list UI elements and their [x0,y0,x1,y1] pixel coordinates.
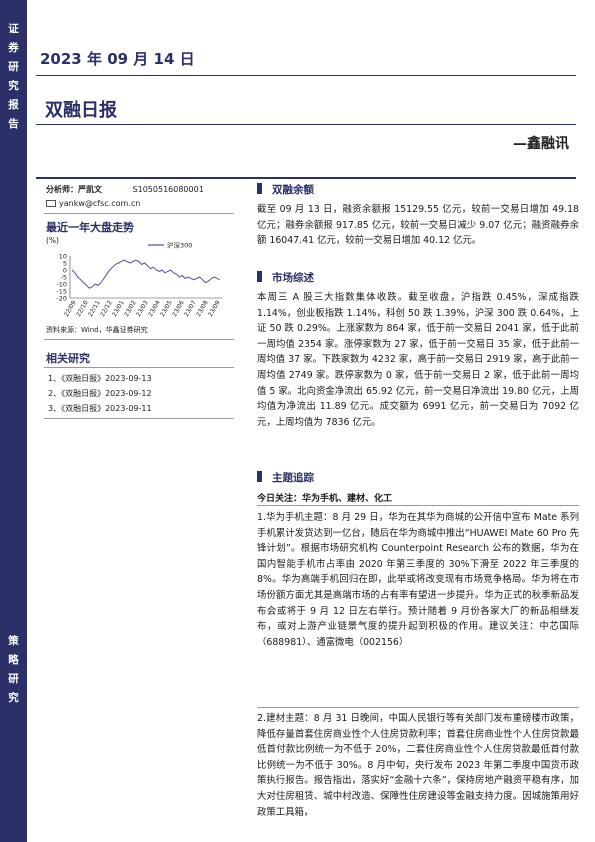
email-text[interactable]: yankw@cfsc.com.cn [59,199,140,208]
chart-source: 资料来源：Wind，华鑫证券研究 [46,326,148,334]
report-title: 双融日报 [45,100,117,121]
divider [36,177,576,179]
divider [44,213,234,214]
related-item[interactable]: 3、《双融日报》2023-09-11 [48,401,152,416]
section-balance-heading: 双融余额 [257,182,314,197]
related-item[interactable]: 1、《双融日报》2023-09-13 [48,371,152,386]
divider [36,124,576,125]
divider [36,75,576,76]
related-research-title: 相关研究 [46,352,90,365]
today-focus: 今日关注：华为手机、建材、化工 [257,494,393,504]
analyst-code: S1050516080001 [132,185,204,194]
divider [257,707,579,708]
mail-icon [46,200,56,207]
sidebar-bottom-label: 策 略 研 究 [8,635,19,704]
analyst-info: 分析师：严凯文 S1050516080001 [46,184,204,195]
y-tick-label: -20 [56,295,67,303]
related-item[interactable]: 2、《双融日报》2023-09-12 [48,386,152,401]
x-tick-label: 23/09 [207,299,222,318]
balance-paragraph: 截至 09 月 13 日，融资余额报 15129.55 亿元，较前一交易日增加 … [257,204,579,247]
section-marker [257,471,262,482]
report-date: 2023 年 09 月 14 日 [40,50,195,68]
divider [257,505,579,506]
section-theme-heading: 主题追踪 [257,470,314,485]
sidebar-band: 证 券 研 究 报 告 策 略 研 究 [0,0,27,842]
brand-name: —鑫融讯 [513,136,569,152]
market-paragraph: 本周三 A 股三大指数集体收跌。截至收盘，沪指跌 0.45%，深成指跌 1.14… [257,292,579,428]
related-research-list: 1、《双融日报》2023-09-13 2、《双融日报》2023-09-12 3、… [48,371,152,416]
theme-item-2: 2.建材主题：8 月 31 日晚间，中国人民银行等有关部门发布重磅楼市政策，降低… [257,713,579,818]
market-trend-chart: 1050-5-10-15-2022/0922/1022/1122/1223/01… [56,241,222,318]
series-line-hs300 [71,259,221,289]
sidebar-top-label: 证 券 研 究 报 告 [8,23,19,130]
theme-item-1: 1.华为手机主题：8 月 29 日，华为在其华为商城的公开信中宣布 Mate 系… [257,512,579,648]
analyst-email[interactable]: yankw@cfsc.com.cn [46,199,140,208]
divider [44,367,234,368]
divider [44,339,234,340]
section-marker [257,271,262,282]
divider [44,418,234,419]
legend-label: 沪深300 [167,241,192,250]
chart-title: 最近一年大盘走势 [46,221,134,234]
section-marker [257,183,262,194]
analyst-name: 分析师：严凯文 [46,185,102,194]
section-market-heading: 市场综述 [257,270,314,285]
